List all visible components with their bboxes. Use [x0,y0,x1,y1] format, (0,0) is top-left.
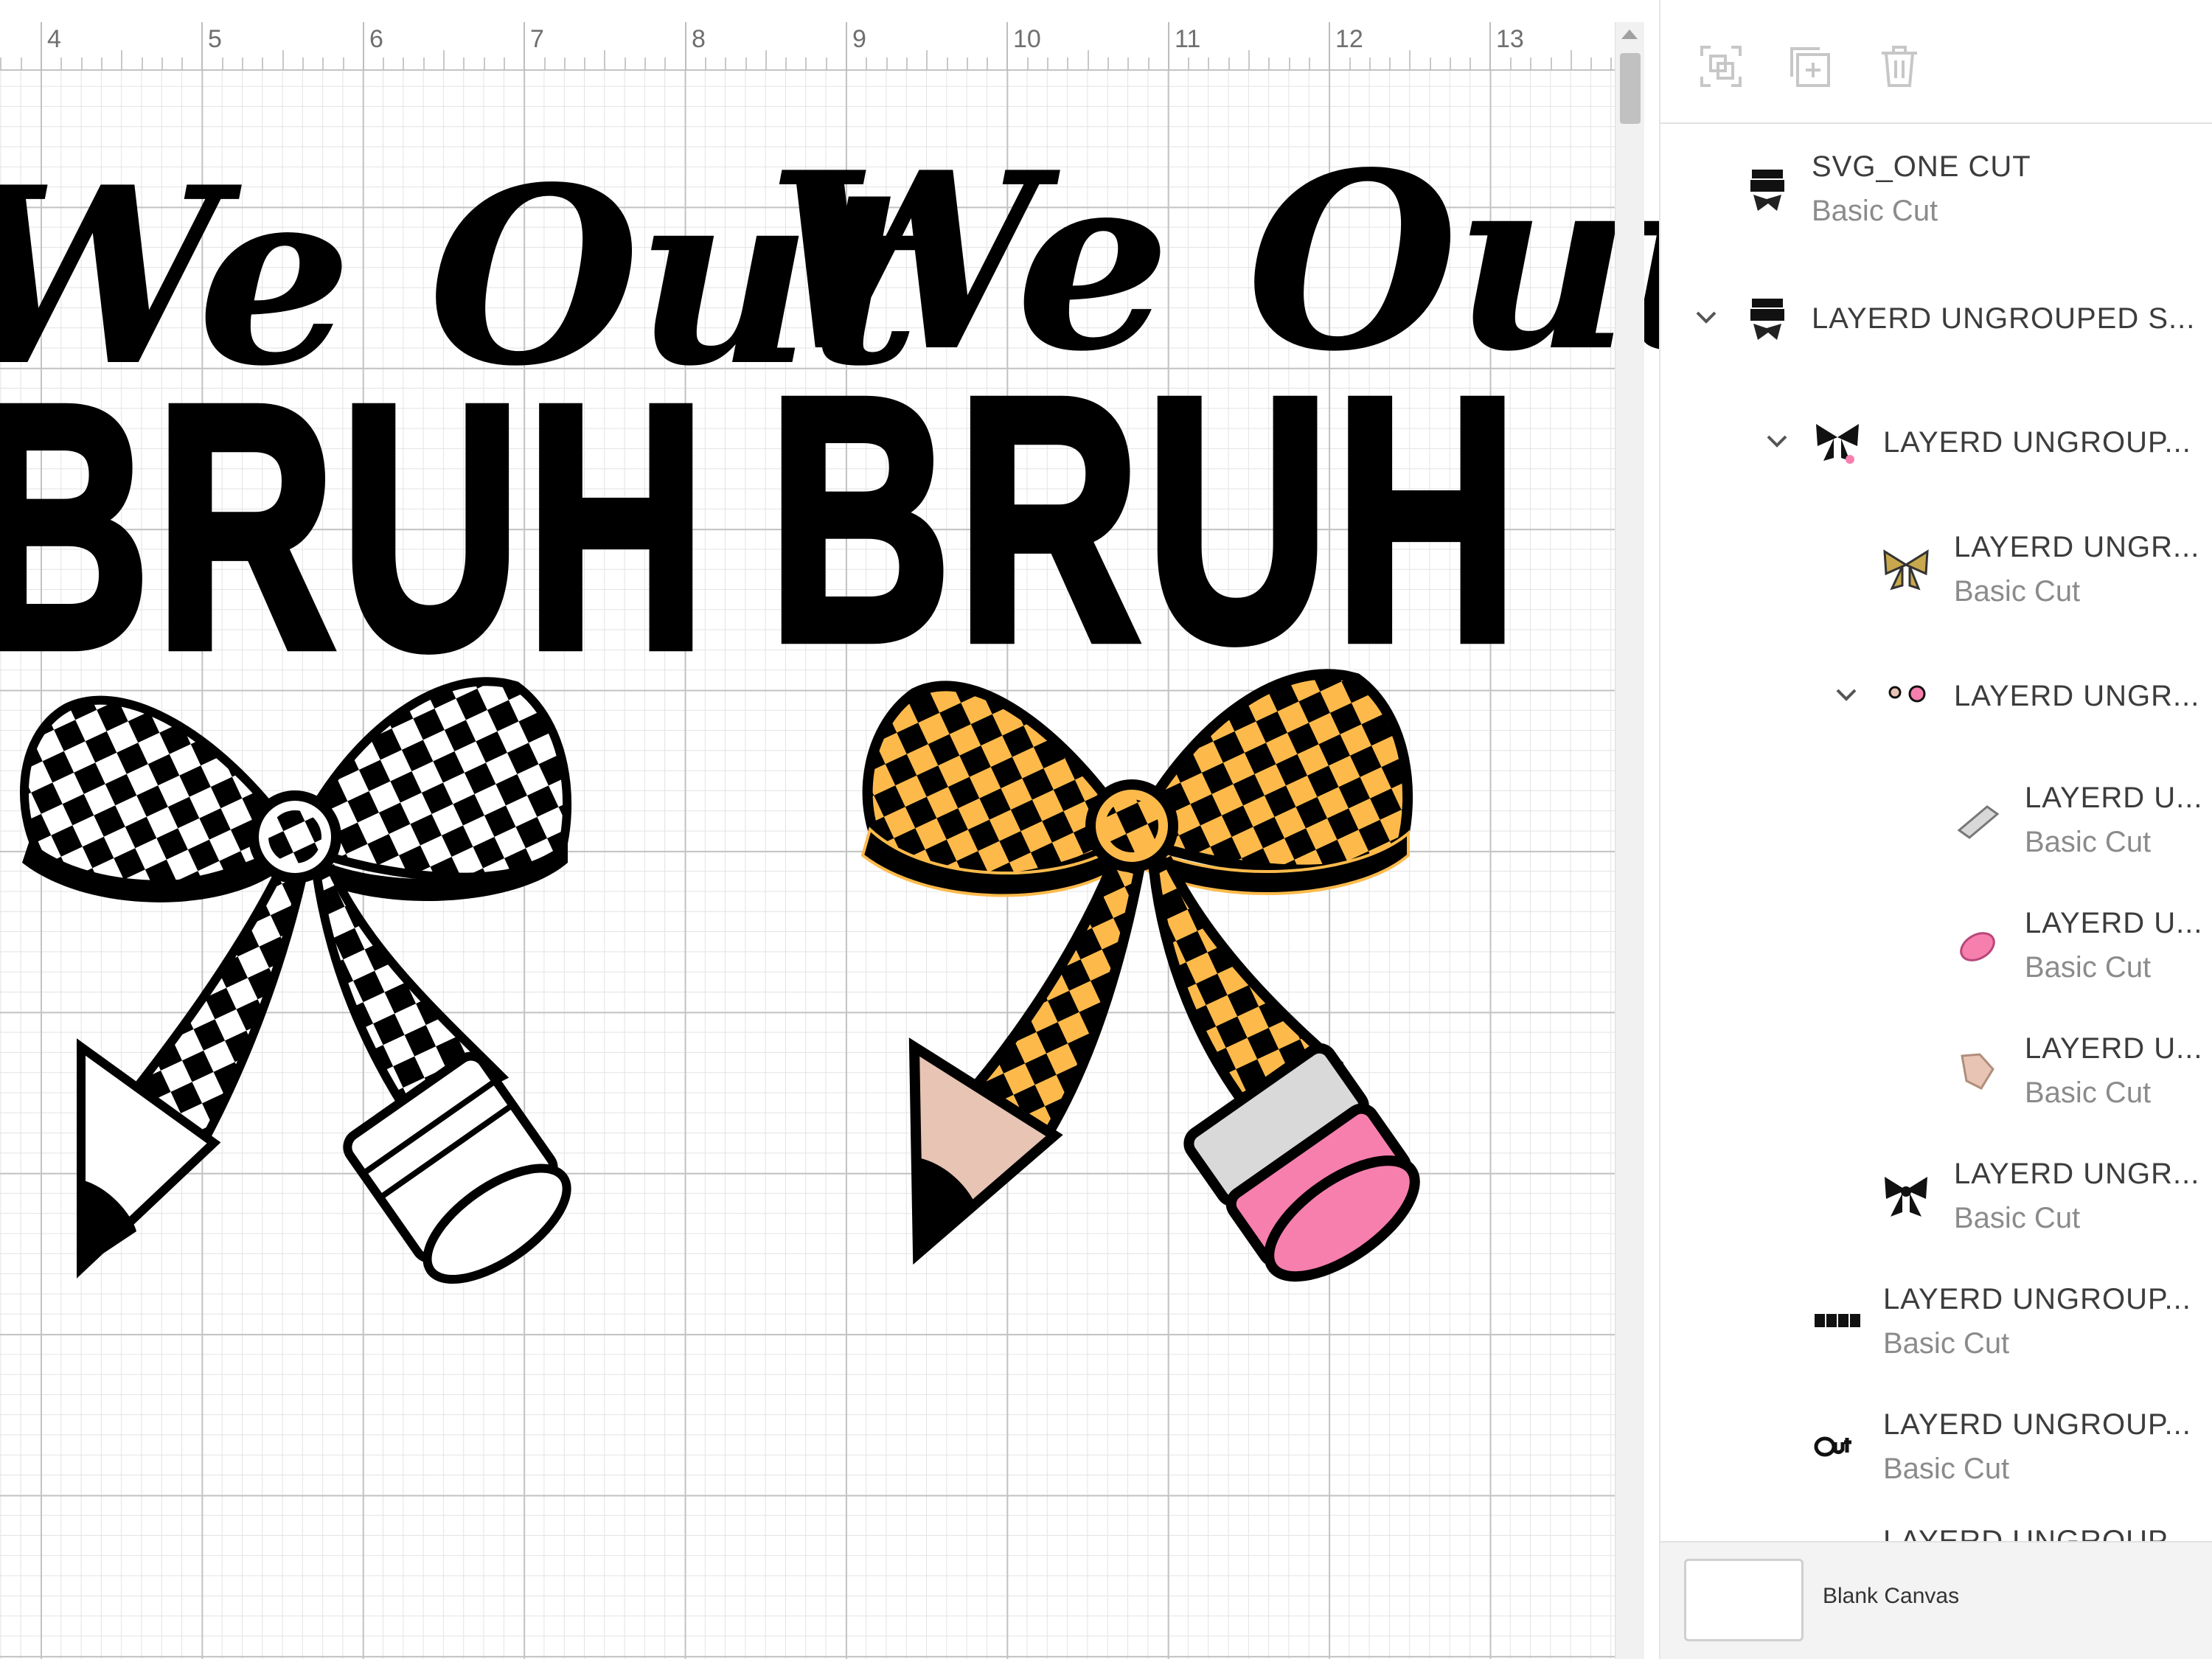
group-icon[interactable] [1697,43,1745,90]
layer-row[interactable]: LAYERD UNGROUP... Basic Cut [1660,1277,2212,1373]
layer-row[interactable]: LAYERD UNGROUP... [1660,404,2212,478]
layer-type: Basic Cut [1954,575,2081,608]
layers-toolbar [1660,0,2212,124]
ruler-label: 8 [692,25,706,53]
layer-row[interactable]: LAYERD UNGR... Basic Cut [1660,1152,2212,1248]
ruler-minor-tick [1590,58,1593,69]
layer-name: LAYERD UNGROUP... [1883,426,2191,459]
layer-row[interactable]: LAYERD U... Basic Cut [1660,901,2212,997]
layer-type: Basic Cut [2025,1077,2152,1109]
gold-bow-thumb-icon [1883,549,1929,591]
bow-pencil-thumb-icon [1816,424,1859,464]
layer-row[interactable]: LAYERD UNGR... Basic Cut [1660,525,2212,621]
layer-type: Basic Cut [1883,1453,2010,1485]
scroll-up-arrow-icon[interactable] [1621,29,1638,39]
layer-type: Basic Cut [2025,951,2152,984]
out-text-thumb-icon [1814,1436,1851,1457]
layer-name: LAYERD UNGROUP... [1883,1408,2191,1441]
left-bow-pencil [20,677,572,1284]
layer-type: Basic Cut [2025,826,2152,858]
chevron-down-icon[interactable] [1832,680,1861,709]
layer-name: SVG_ONE CUT [1812,150,2031,183]
layer-name: LAYERD UNGR... [1954,531,2200,563]
layer-row[interactable]: LAYERD UNGR... [1660,658,2212,731]
pencil-wood-thumb-icon [1961,1053,1994,1090]
layer-type: Basic Cut [1883,1327,2010,1360]
layer-row[interactable]: LAYERD UNGROUP... Basic Cut [1660,1402,2212,1498]
design-canvas[interactable]: 4 5 6 7 8 9 10 11 12 13 We Out BRUH We O… [0,0,1659,1659]
layer-name: LAYERD UNGR... [1954,680,2200,712]
canvas-settings-footer[interactable]: Blank Canvas [1660,1541,2212,1659]
layer-name: LAYERD U... [2025,1032,2203,1065]
layers-panel: SVG_ONE CUT Basic Cut LAYERD UNGROUPED S… [1659,0,2212,1659]
duplicate-icon[interactable] [1786,43,1833,90]
ruler-minor-tick [1610,58,1613,69]
scroll-thumb[interactable] [1620,53,1641,124]
we-out-bruh-thumb-icon [1750,299,1784,340]
layer-name: LAYERD U... [2025,907,2203,939]
layer-type: Basic Cut [1954,1202,2081,1234]
layer-type: Basic Cut [1812,195,1938,227]
layer-name: LAYERD UNGROUP... [1883,1283,2191,1315]
chevron-down-icon[interactable] [1762,426,1792,456]
vertical-scrollbar[interactable] [1615,22,1644,1659]
gray-band-thumb-icon [1957,805,2000,839]
delete-icon[interactable] [1876,43,1923,90]
canvas-color-swatch[interactable] [1684,1559,1804,1641]
we-out-bruh-thumb-icon [1750,170,1784,211]
left-design[interactable]: We Out BRUH [0,0,920,1327]
chevron-down-icon[interactable] [1691,302,1721,332]
layer-name: LAYERD UNGROUPED S... [1812,302,2196,335]
layer-row[interactable]: SVG_ONE CUT Basic Cut [1660,145,2212,240]
ruler-minor-tick [725,58,727,69]
canvas-label: Blank Canvas [1823,1584,1960,1608]
layer-name: LAYERD UNGR... [1954,1158,2200,1190]
layer-name: LAYERD U... [2025,782,2203,814]
layer-row[interactable]: LAYERD U... Basic Cut [1660,1026,2212,1122]
right-bow-pencil [860,669,1420,1282]
ruler-minor-tick [1570,50,1572,69]
pink-eraser-thumb-icon [1960,932,1995,961]
eraser-parts-thumb-icon [1888,685,1926,703]
layer-row[interactable]: LAYERD U... Basic Cut [1660,776,2212,872]
black-bow-thumb-icon [1885,1177,1927,1217]
ruler-minor-tick [704,58,706,69]
bruh-text-thumb-icon [1815,1314,1860,1327]
right-design[interactable]: We Out BRUH [737,0,1659,1327]
layer-row[interactable]: LAYERD UNGROUPED S... [1660,280,2212,354]
ruler-minor-tick [1550,58,1552,69]
